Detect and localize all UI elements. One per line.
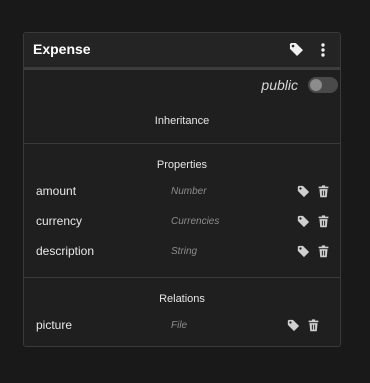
public-toggle[interactable] [308,77,338,93]
divider [24,277,340,278]
field-type: Currencies [171,216,220,227]
card-header: Expense [24,33,340,70]
entity-title[interactable]: Expense [33,41,91,57]
field-name[interactable]: amount [36,184,76,198]
public-label: public [261,77,298,93]
tag-icon[interactable] [297,215,310,228]
toggle-knob [310,79,322,91]
trash-icon[interactable] [317,245,330,258]
property-row-amount[interactable]: amount Number [24,184,340,202]
public-toggle-row: public [24,76,340,96]
divider [24,143,340,144]
field-name[interactable]: picture [36,318,72,332]
field-type: File [171,320,188,331]
field-type: String [171,246,198,257]
tag-icon[interactable] [289,42,304,57]
section-title-properties: Properties [156,159,208,171]
tag-icon[interactable] [297,245,310,258]
more-vertical-icon[interactable] [317,42,329,58]
trash-icon[interactable] [307,319,320,332]
trash-icon[interactable] [317,215,330,228]
field-name[interactable]: currency [36,214,82,228]
field-name[interactable]: description [36,244,94,258]
tag-icon[interactable] [297,185,310,198]
section-title-relations: Relations [159,293,205,305]
entity-card: Expense public Inheritance Properties am… [23,32,341,347]
relation-row-picture[interactable]: picture File [24,318,340,336]
property-row-description[interactable]: description String [24,244,340,262]
tag-icon[interactable] [287,319,300,332]
field-type: Number [171,186,207,197]
trash-icon[interactable] [317,185,330,198]
property-row-currency[interactable]: currency Currencies [24,214,340,232]
section-title-inheritance: Inheritance [154,115,210,127]
